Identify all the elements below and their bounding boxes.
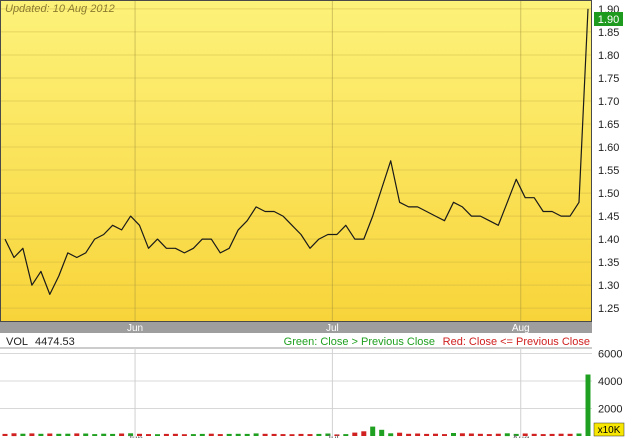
volume-bar: [217, 434, 223, 436]
volume-bar: [361, 431, 367, 436]
volume-bar: [370, 426, 376, 436]
volume-bar: [397, 432, 403, 436]
volume-bar: [477, 433, 483, 436]
last-price-tag: 1.90: [594, 12, 623, 26]
volume-tick-label: 6000: [598, 349, 622, 361]
volume-bar: [289, 434, 295, 436]
volume-bar: [56, 433, 62, 436]
volume-bar: [65, 433, 71, 436]
price-tick-label: 1.30: [598, 280, 619, 292]
volume-month-label: Jun: [127, 434, 143, 438]
volume-bar: [424, 433, 430, 436]
volume-bar: [459, 433, 465, 437]
volume-bar: [101, 433, 107, 436]
volume-bar: [47, 433, 53, 436]
price-tick-label: 1.35: [598, 257, 619, 269]
volume-bar: [379, 429, 385, 436]
volume-bar: [307, 434, 313, 436]
updated-label: Updated: 10 Aug 2012: [5, 3, 115, 15]
volume-bar: [11, 433, 17, 437]
volume-bar: [110, 433, 116, 436]
volume-bar: [576, 433, 582, 436]
volume-bar: [244, 433, 250, 436]
volume-tick-label: 2000: [598, 404, 622, 416]
month-label: Jul: [326, 323, 339, 334]
volume-bar: [181, 434, 187, 436]
volume-bar: [352, 432, 358, 436]
volume-bar: [486, 434, 492, 436]
volume-bar: [415, 433, 421, 436]
volume-bar: [190, 434, 196, 436]
price-panel-background: [0, 0, 592, 322]
volume-bar: [468, 433, 474, 436]
volume-bar: [253, 433, 259, 436]
volume-bar: [235, 433, 241, 436]
volume-bar: [163, 433, 169, 436]
volume-bar: [199, 433, 205, 436]
volume-bar: [567, 433, 573, 436]
price-tick-label: 1.40: [598, 234, 619, 246]
price-tick-label: 1.55: [598, 165, 619, 177]
price-tick-label: 1.50: [598, 188, 619, 200]
month-label: Jun: [127, 323, 143, 334]
price-tick-label: 1.25: [598, 303, 619, 315]
volume-bar: [388, 433, 394, 437]
legend-red-text: Red: Close <= Previous Close: [443, 336, 590, 348]
volume-bar: [433, 433, 438, 436]
price-axis: 1.25 1.30 1.35 1.40 1.45 1.50 1.55 1.60 1.65 1.70…: [598, 4, 619, 315]
volume-bar: [451, 433, 456, 436]
volume-bar: [29, 433, 35, 436]
price-tick-label: 1.45: [598, 211, 619, 223]
volume-bar: [558, 433, 564, 436]
volume-bar: [495, 433, 501, 436]
volume-bar: [540, 434, 546, 436]
volume-bar: [92, 434, 98, 436]
price-tick-label: 1.65: [598, 119, 619, 131]
last-price-value: 1.90: [598, 14, 619, 26]
volume-label: VOL: [6, 336, 28, 348]
price-tick-label: 1.85: [598, 27, 619, 39]
volume-bar: [271, 433, 277, 436]
volume-value: 4474.53: [35, 336, 75, 348]
volume-bar: [119, 433, 125, 436]
volume-bar: [298, 433, 304, 436]
volume-bar: [2, 433, 8, 436]
legend-green-text: Green: Close > Previous Close: [284, 336, 435, 348]
volume-bar: [155, 434, 160, 436]
volume-bar: [20, 433, 26, 436]
volume-bar: [74, 433, 80, 436]
stock-chart: Jun Jul Aug 1.251.301.351.401.451.501.551.…: [0, 0, 625, 438]
multiplier-tag: x10K: [593, 422, 625, 437]
volume-panel-background: [0, 334, 592, 438]
volume-bar: [208, 433, 214, 436]
volume-bar: [38, 433, 44, 436]
volume-bar: [316, 433, 322, 436]
price-tick-label: 1.70: [598, 96, 619, 108]
volume-bar: [343, 434, 349, 436]
volume-month-label: Jul: [326, 434, 339, 438]
volume-bar: [504, 433, 510, 437]
volume-bar: [172, 433, 178, 436]
multiplier-label: x10K: [598, 425, 621, 436]
date-axis-strip: [0, 322, 592, 333]
volume-bar: [226, 433, 232, 436]
volume-bar: [531, 433, 537, 436]
volume-bar: [406, 433, 412, 436]
price-tick-label: 1.75: [598, 73, 619, 85]
volume-month-label: Aug: [512, 434, 530, 438]
month-label: Aug: [512, 323, 530, 334]
volume-bar: [262, 433, 268, 436]
volume-bar: [442, 434, 447, 436]
volume-bar: [549, 433, 555, 436]
volume-bar: [83, 433, 89, 436]
price-tick-label: 1.80: [598, 50, 619, 62]
price-tick-label: 1.60: [598, 142, 619, 154]
volume-bar: [585, 374, 591, 436]
volume-bar: [280, 434, 286, 436]
volume-bar: [146, 434, 151, 436]
volume-tick-label: 4000: [598, 376, 622, 388]
